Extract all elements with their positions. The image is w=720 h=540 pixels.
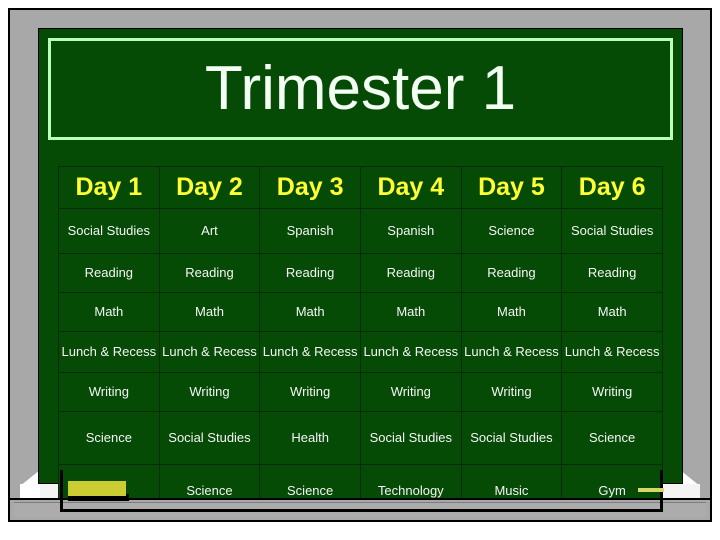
schedule-cell: Science — [460, 208, 563, 254]
table-row: Social Studies Art Spanish Spanish Scien… — [58, 208, 663, 254]
schedule-cell: Health — [259, 411, 361, 465]
column-header-day-3: Day 3 — [259, 166, 361, 209]
schedule-cell: Reading — [259, 253, 361, 293]
slate-left-bevel — [20, 484, 40, 498]
schedule-cell: Spanish — [259, 208, 361, 254]
schedule-cell: Lunch & Recess — [460, 331, 563, 373]
schedule-cell: Writing — [158, 372, 261, 412]
table-row: Writing Writing Writing Writing Writing … — [58, 372, 663, 412]
schedule-cell: Writing — [460, 372, 563, 412]
schedule-cell: Social Studies — [158, 411, 261, 465]
schedule-cell: Lunch & Recess — [259, 331, 361, 373]
schedule-cell: Math — [561, 292, 663, 332]
column-header-day-4: Day 4 — [359, 166, 462, 209]
table-row: Reading Reading Reading Reading Reading … — [58, 253, 663, 293]
schedule-cell: Math — [158, 292, 261, 332]
schedule-cell: Reading — [359, 253, 462, 293]
table-row: Math Math Math Math Math Math — [58, 292, 663, 332]
table-row: Science Social Studies Health Social Stu… — [58, 411, 663, 465]
column-header-day-6: Day 6 — [561, 166, 663, 209]
schedule-cell: Writing — [561, 372, 663, 412]
class-schedule-table: Day 1 Day 2 Day 3 Day 4 Day 5 Day 6 Soci… — [58, 166, 663, 518]
schedule-cell: Lunch & Recess — [158, 331, 261, 373]
chalkboard-scene: Trimester 1 Day 1 Day 2 Day 3 Day 4 Day … — [0, 0, 720, 540]
schedule-cell: Lunch & Recess — [359, 331, 462, 373]
schedule-cell: Social Studies — [359, 411, 462, 465]
page-title: Trimester 1 — [204, 54, 517, 123]
column-header-day-1: Day 1 — [58, 166, 160, 209]
title-plaque: Trimester 1 — [48, 38, 673, 140]
table-left-edge-line — [60, 470, 63, 512]
table-row: Lunch & Recess Lunch & Recess Lunch & Re… — [58, 331, 663, 373]
column-header-day-2: Day 2 — [158, 166, 261, 209]
schedule-cell: Writing — [58, 372, 160, 412]
schedule-cell: Math — [259, 292, 361, 332]
table-header-row: Day 1 Day 2 Day 3 Day 4 Day 5 Day 6 — [58, 166, 663, 209]
schedule-cell: Science — [58, 411, 160, 465]
schedule-cell: Social Studies — [58, 208, 160, 254]
chalk-eraser-icon[interactable] — [68, 481, 126, 496]
column-header-day-5: Day 5 — [460, 166, 563, 209]
schedule-cell: Reading — [58, 253, 160, 293]
table-bottom-edge-line — [60, 509, 663, 512]
schedule-cell: Lunch & Recess — [58, 331, 160, 373]
chalk-stick-icon[interactable] — [638, 488, 664, 492]
schedule-cell: Science — [561, 411, 663, 465]
schedule-cell: Reading — [561, 253, 663, 293]
schedule-cell: Math — [359, 292, 462, 332]
schedule-cell: Writing — [259, 372, 361, 412]
schedule-cell: Writing — [359, 372, 462, 412]
schedule-cell: Social Studies — [561, 208, 663, 254]
schedule-cell: Social Studies — [460, 411, 563, 465]
schedule-cell: Math — [460, 292, 563, 332]
schedule-cell: Art — [158, 208, 261, 254]
schedule-cell: Lunch & Recess — [561, 331, 663, 373]
schedule-cell: Math — [58, 292, 160, 332]
schedule-cell: Spanish — [359, 208, 462, 254]
schedule-cell: Reading — [158, 253, 261, 293]
schedule-cell: Reading — [460, 253, 563, 293]
